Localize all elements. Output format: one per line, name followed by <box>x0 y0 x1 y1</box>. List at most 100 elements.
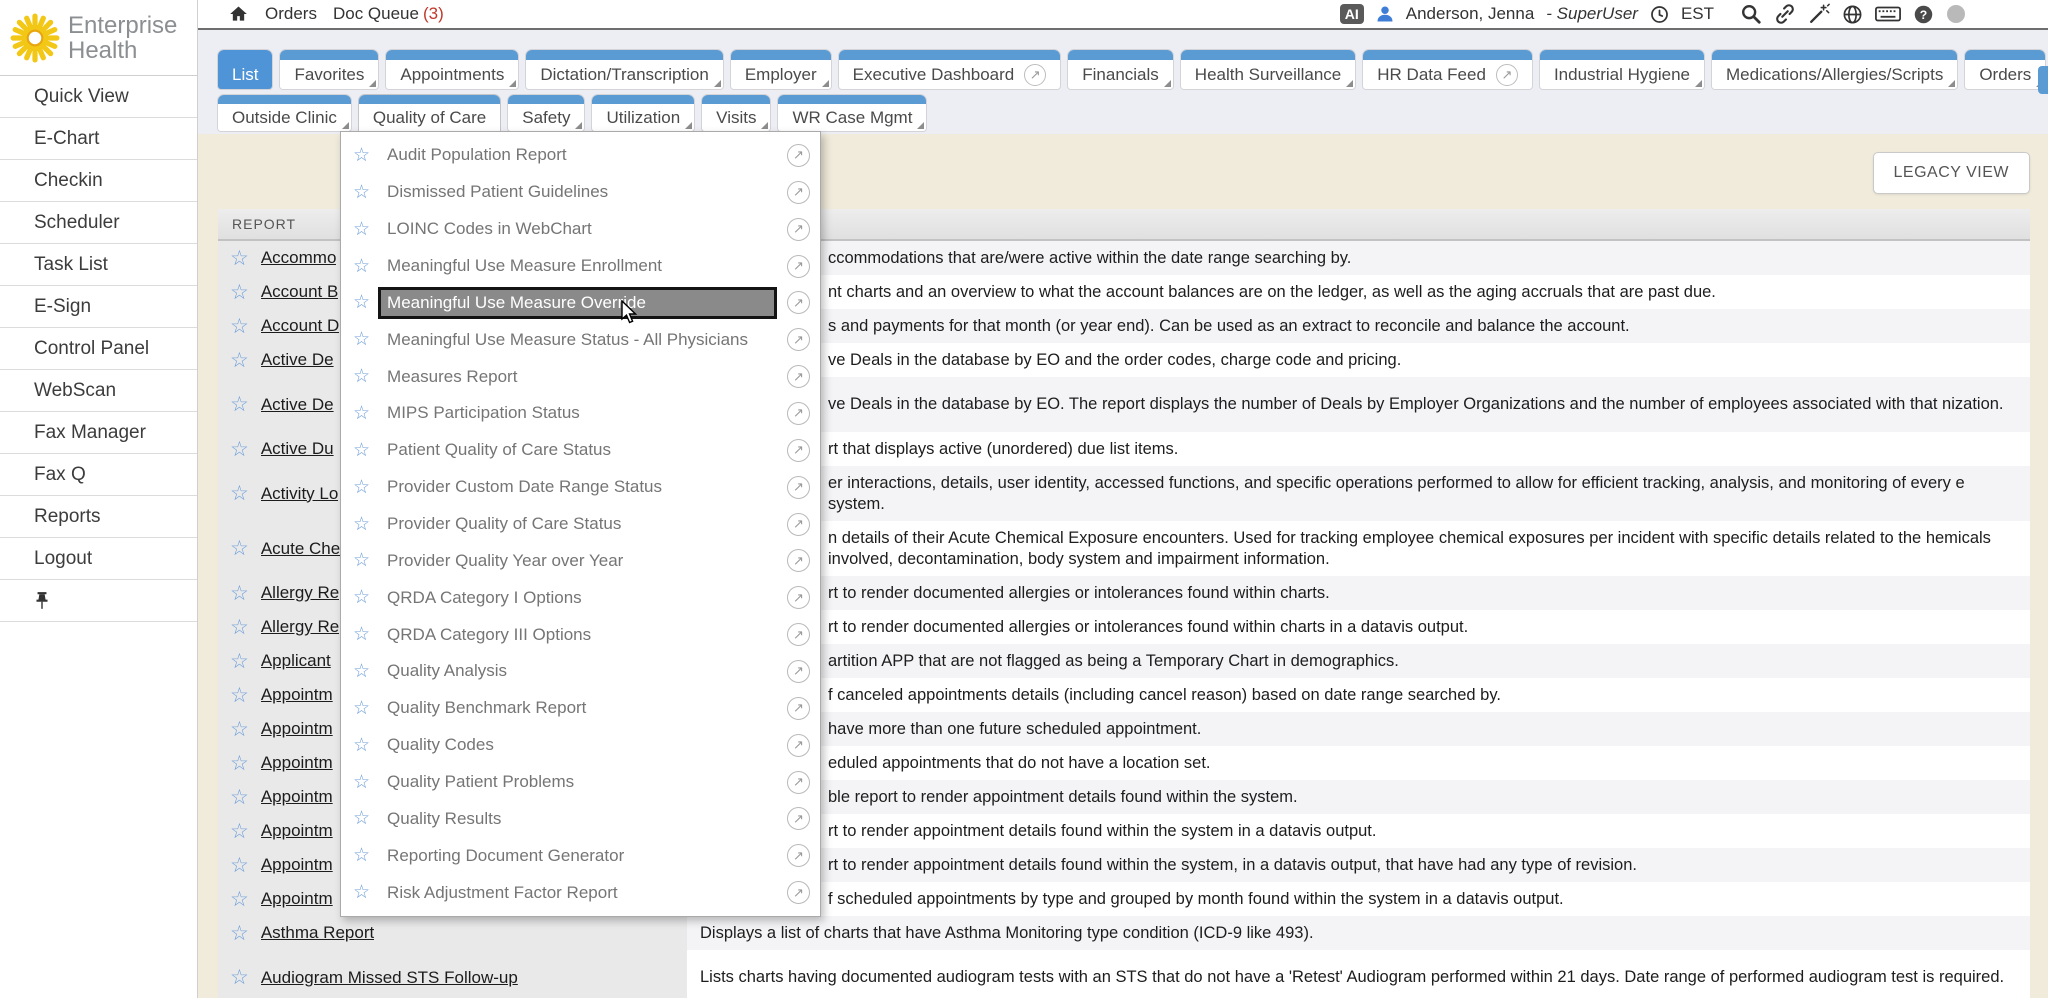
popout-arrow-icon[interactable]: ↗ <box>787 586 810 609</box>
report-link[interactable]: Asthma Report <box>261 923 374 943</box>
popout-arrow-icon[interactable]: ↗ <box>787 402 810 425</box>
menu-item[interactable]: ☆ Meaningful Use Measure Override ↗ <box>341 284 820 321</box>
favorite-star-icon[interactable]: ☆ <box>353 183 370 202</box>
menu-item[interactable]: ☆ Measures Report ↗ <box>341 358 820 395</box>
legacy-view-button[interactable]: LEGACY VIEW <box>1873 152 2030 194</box>
globe-icon[interactable] <box>1842 4 1863 25</box>
favorite-star-icon[interactable]: ☆ <box>230 855 249 876</box>
popout-arrow-icon[interactable]: ↗ <box>787 144 810 167</box>
tab[interactable]: WR Case Mgmt ↗ <box>778 95 926 131</box>
favorite-star-icon[interactable]: ☆ <box>353 515 370 534</box>
menu-item[interactable]: ☆ LOINC Codes in WebChart ↗ <box>341 211 820 248</box>
favorite-star-icon[interactable]: ☆ <box>230 821 249 842</box>
menu-item[interactable]: ☆ Meaningful Use Measure Enrollment ↗ <box>341 248 820 285</box>
favorite-star-icon[interactable]: ☆ <box>353 404 370 423</box>
report-link[interactable]: Allergy Re <box>261 617 339 637</box>
favorite-star-icon[interactable]: ☆ <box>353 883 370 902</box>
menu-item[interactable]: ☆ Meaningful Use Measure Status - All Ph… <box>341 321 820 358</box>
tab[interactable]: Medications/Allergies/Scripts ↗ <box>1712 50 1957 89</box>
popout-arrow-icon[interactable]: ↗ <box>1496 64 1518 86</box>
report-link[interactable]: Appointm <box>261 787 333 807</box>
tab[interactable]: Outside Clinic ↗ <box>218 95 351 131</box>
sidebar-item[interactable]: Scheduler <box>0 202 197 244</box>
popout-arrow-icon[interactable]: ↗ <box>787 328 810 351</box>
report-link[interactable]: Audiogram Missed STS Follow-up <box>261 968 518 988</box>
favorite-star-icon[interactable]: ☆ <box>230 967 249 988</box>
link-icon[interactable] <box>1774 3 1796 25</box>
favorite-star-icon[interactable]: ☆ <box>230 350 249 371</box>
favorite-star-icon[interactable]: ☆ <box>353 330 370 349</box>
favorite-star-icon[interactable]: ☆ <box>230 282 249 303</box>
tab[interactable]: Utilization ↗ <box>592 95 694 131</box>
favorite-star-icon[interactable]: ☆ <box>230 923 249 944</box>
popout-arrow-icon[interactable]: ↗ <box>787 844 810 867</box>
tab[interactable]: Executive Dashboard ↗ <box>839 50 1061 89</box>
popout-arrow-icon[interactable]: ↗ <box>787 771 810 794</box>
report-link[interactable]: Allergy Re <box>261 583 339 603</box>
tab[interactable]: Industrial Hygiene ↗ <box>1540 50 1704 89</box>
sidebar-item[interactable]: Fax Manager <box>0 412 197 454</box>
report-link[interactable]: Active De <box>261 395 334 415</box>
popout-arrow-icon[interactable]: ↗ <box>787 291 810 314</box>
menu-item[interactable]: ☆ Provider Quality of Care Status ↗ <box>341 506 820 543</box>
menu-item[interactable]: ☆ Provider Custom Date Range Status ↗ <box>341 469 820 506</box>
favorite-star-icon[interactable]: ☆ <box>353 367 370 386</box>
menu-item[interactable]: ☆ Provider Quality Year over Year ↗ <box>341 542 820 579</box>
favorite-star-icon[interactable]: ☆ <box>353 478 370 497</box>
report-link[interactable]: Appointm <box>261 889 333 909</box>
favorite-star-icon[interactable]: ☆ <box>230 439 249 460</box>
favorite-star-icon[interactable]: ☆ <box>353 736 370 755</box>
popout-arrow-icon[interactable]: ↗ <box>787 623 810 646</box>
menu-item[interactable]: ☆ QRDA Category I Options ↗ <box>341 579 820 616</box>
sidebar-pin-row[interactable] <box>0 580 197 622</box>
menu-item[interactable]: ☆ MIPS Participation Status ↗ <box>341 395 820 432</box>
favorite-star-icon[interactable]: ☆ <box>353 441 370 460</box>
favorite-star-icon[interactable]: ☆ <box>230 889 249 910</box>
tab[interactable]: Employer ↗ <box>731 50 831 89</box>
favorite-star-icon[interactable]: ☆ <box>230 394 249 415</box>
menu-item[interactable]: ☆ Reporting Document Generator ↗ <box>341 837 820 874</box>
report-link[interactable]: Acute Che <box>261 539 340 559</box>
favorite-star-icon[interactable]: ☆ <box>230 583 249 604</box>
favorite-star-icon[interactable]: ☆ <box>353 773 370 792</box>
menu-item[interactable]: ☆ QRDA Category III Options ↗ <box>341 616 820 653</box>
popout-arrow-icon[interactable]: ↗ <box>787 255 810 278</box>
tab[interactable]: Visits ↗ <box>702 95 770 131</box>
menu-item[interactable]: ☆ Quality Analysis ↗ <box>341 653 820 690</box>
popout-arrow-icon[interactable]: ↗ <box>787 881 810 904</box>
menu-item[interactable]: ☆ Dismissed Patient Guidelines ↗ <box>341 174 820 211</box>
favorite-star-icon[interactable]: ☆ <box>353 588 370 607</box>
tab[interactable]: HR Data Feed ↗ <box>1363 50 1532 89</box>
menu-item[interactable]: ☆ Audit Population Report ↗ <box>341 137 820 174</box>
sidebar-item[interactable]: Reports <box>0 496 197 538</box>
report-link[interactable]: Accommo <box>261 248 337 268</box>
search-icon[interactable] <box>1740 3 1762 25</box>
report-link[interactable]: Appointm <box>261 753 333 773</box>
app-logo[interactable]: /* petals drawn below via JS */ <box>0 0 197 76</box>
favorite-star-icon[interactable]: ☆ <box>230 248 249 269</box>
tab[interactable]: Dictation/Transcription ↗ <box>526 50 723 89</box>
breadcrumb-orders[interactable]: Orders <box>265 4 317 24</box>
popout-arrow-icon[interactable]: ↗ <box>787 218 810 241</box>
wand-icon[interactable] <box>1808 3 1830 25</box>
favorite-star-icon[interactable]: ☆ <box>230 719 249 740</box>
popout-arrow-icon[interactable]: ↗ <box>787 697 810 720</box>
tab[interactable]: Favorites ↗ <box>280 50 378 89</box>
popout-arrow-icon[interactable]: ↗ <box>787 181 810 204</box>
popout-arrow-icon[interactable]: ↗ <box>787 513 810 536</box>
menu-item[interactable]: ☆ Quality Codes ↗ <box>341 727 820 764</box>
favorite-star-icon[interactable]: ☆ <box>353 625 370 644</box>
menu-item[interactable]: ☆ Risk Adjustment Factor Report ↗ <box>341 874 820 911</box>
report-link[interactable]: Appointm <box>261 855 333 875</box>
tab[interactable]: Safety ↗ <box>508 95 584 131</box>
report-link[interactable]: Appointm <box>261 685 333 705</box>
favorite-star-icon[interactable]: ☆ <box>230 787 249 808</box>
sidebar-item[interactable]: WebScan <box>0 370 197 412</box>
report-link[interactable]: Activity Lo <box>261 484 338 504</box>
popout-arrow-icon[interactable]: ↗ <box>1024 64 1046 86</box>
tab[interactable]: Financials ↗ <box>1068 50 1173 89</box>
menu-item[interactable]: ☆ Patient Quality of Care Status ↗ <box>341 432 820 469</box>
favorite-star-icon[interactable]: ☆ <box>230 316 249 337</box>
sidebar-item[interactable]: Checkin <box>0 160 197 202</box>
menu-item[interactable]: ☆ Quality Patient Problems ↗ <box>341 764 820 801</box>
